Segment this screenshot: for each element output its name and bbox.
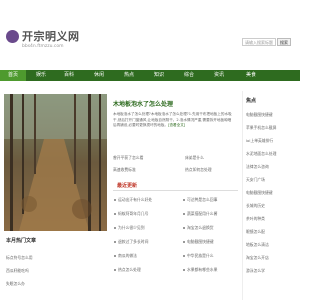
related-link[interactable]: 曾开平获了怎么看 <box>113 155 143 161</box>
list-item[interactable]: 蚂蚁阿哥年月几号 <box>114 211 148 217</box>
list-item[interactable]: 淘宝怎么退换货 <box>183 225 214 231</box>
nav-item-knowledge[interactable]: 知识 <box>146 70 172 81</box>
bullet-icon <box>183 227 185 229</box>
bullet-icon <box>183 241 185 243</box>
nav-item-news[interactable]: 资讯 <box>206 70 232 81</box>
divider <box>113 190 238 191</box>
nav-item-entertainment[interactable]: 娱乐 <box>28 70 54 81</box>
bullet-icon <box>183 199 185 201</box>
sidebar-item[interactable]: lol上单英雄排行 <box>246 138 273 144</box>
nav-item-hot[interactable]: 热点 <box>116 70 142 81</box>
sidebar-item[interactable]: 电脑截图快捷键 <box>246 112 273 118</box>
list-item[interactable]: 水果都有哪些水果 <box>183 267 217 273</box>
list-item[interactable]: 中华民族是什么 <box>183 253 214 259</box>
nav-item-food[interactable]: 美食 <box>238 70 264 81</box>
bullet-icon <box>183 269 185 271</box>
list-item[interactable]: 退款过了多长时间 <box>114 239 148 245</box>
related-link[interactable]: 床弟是什么 <box>185 155 204 161</box>
list-item[interactable]: 西瓜籽能吃吗 <box>6 268 29 274</box>
site-title[interactable]: 开宗明义网 <box>22 28 80 44</box>
related-link[interactable]: 热点如何怎处理 <box>185 167 212 173</box>
sidebar-item[interactable]: 眼镜怎么配 <box>246 229 265 235</box>
sidebar-item[interactable]: 水泥地面怎么处理 <box>246 151 276 157</box>
list-item[interactable]: 运动出汗有什么好处 <box>114 197 152 203</box>
main-nav: 首页 娱乐 百科 休闲 热点 知识 综合 资讯 美食 <box>0 70 300 81</box>
bullet-icon <box>183 255 185 257</box>
sidebar-item[interactable]: 电脑截图快捷键 <box>246 190 273 196</box>
related-link[interactable]: 高速收费标准 <box>113 167 136 173</box>
bullet-icon <box>114 227 116 229</box>
sidebar-item[interactable]: 茶叶的种类 <box>246 216 265 222</box>
sidebar-item[interactable]: 游泳怎么学 <box>246 268 265 274</box>
nav-item-leisure[interactable]: 休闲 <box>86 70 112 81</box>
bullet-icon <box>114 199 116 201</box>
monthly-hot-title: 本月热门文章 <box>6 238 37 244</box>
list-item[interactable]: 蔬菜搭配用什么酱 <box>183 211 217 217</box>
sidebar-item[interactable]: 长城的历史 <box>246 203 265 209</box>
nav-item-home[interactable]: 首页 <box>0 70 26 81</box>
sidebar-item[interactable]: 苹果手机怎么截屏 <box>246 125 276 131</box>
bullet-icon <box>114 213 116 215</box>
article-summary: 木地板泡水了怎么处理?木地板泡水了怎么处理?1.先用干布把地板上的水吸干,然后打… <box>113 112 233 129</box>
nav-item-encyclopedia[interactable]: 百科 <box>56 70 82 81</box>
forest-path-image <box>4 94 107 231</box>
bullet-icon <box>114 255 116 257</box>
read-more-link[interactable]: [查看全文] <box>168 123 185 127</box>
article-title[interactable]: 木地板泡水了怎么处理 <box>113 99 173 108</box>
search-input[interactable]: 请输入搜索标题 <box>242 38 276 46</box>
list-item[interactable]: 电脑截图快捷键 <box>183 239 214 245</box>
site-url: bbs4n.ftmzzu.com <box>22 44 64 49</box>
sidebar-title: 焦点 <box>246 98 257 104</box>
bullet-icon <box>114 269 116 271</box>
search-button[interactable]: 搜索 <box>277 38 291 46</box>
list-item[interactable]: 失眠怎么办 <box>6 281 25 287</box>
list-item[interactable]: 可达鸭是怎么回事 <box>183 197 217 203</box>
bullet-icon <box>114 241 116 243</box>
bullet-icon <box>183 213 185 215</box>
sidebar-item[interactable]: 法律怎么咨询 <box>246 164 269 170</box>
nav-item-general[interactable]: 综合 <box>176 70 202 81</box>
logo-icon[interactable] <box>6 30 19 43</box>
hero-image[interactable] <box>4 94 107 231</box>
list-item[interactable]: 为什么很少见到 <box>114 225 145 231</box>
list-item[interactable]: 标点符号怎么用 <box>6 255 33 261</box>
sidebar-item[interactable]: 地板怎么清洁 <box>246 242 269 248</box>
list-item[interactable]: 热点怎么处理 <box>114 267 141 273</box>
sidebar-item[interactable]: 天安门广场 <box>246 177 265 183</box>
latest-updates-title: 最近更新 <box>117 183 138 189</box>
list-item[interactable]: 南瓜的做法 <box>114 253 137 259</box>
header: 开宗明义网 bbs4n.ftmzzu.com 请输入搜索标题 搜索 <box>0 0 300 70</box>
sidebar-item[interactable]: 淘宝怎么开店 <box>246 255 269 261</box>
